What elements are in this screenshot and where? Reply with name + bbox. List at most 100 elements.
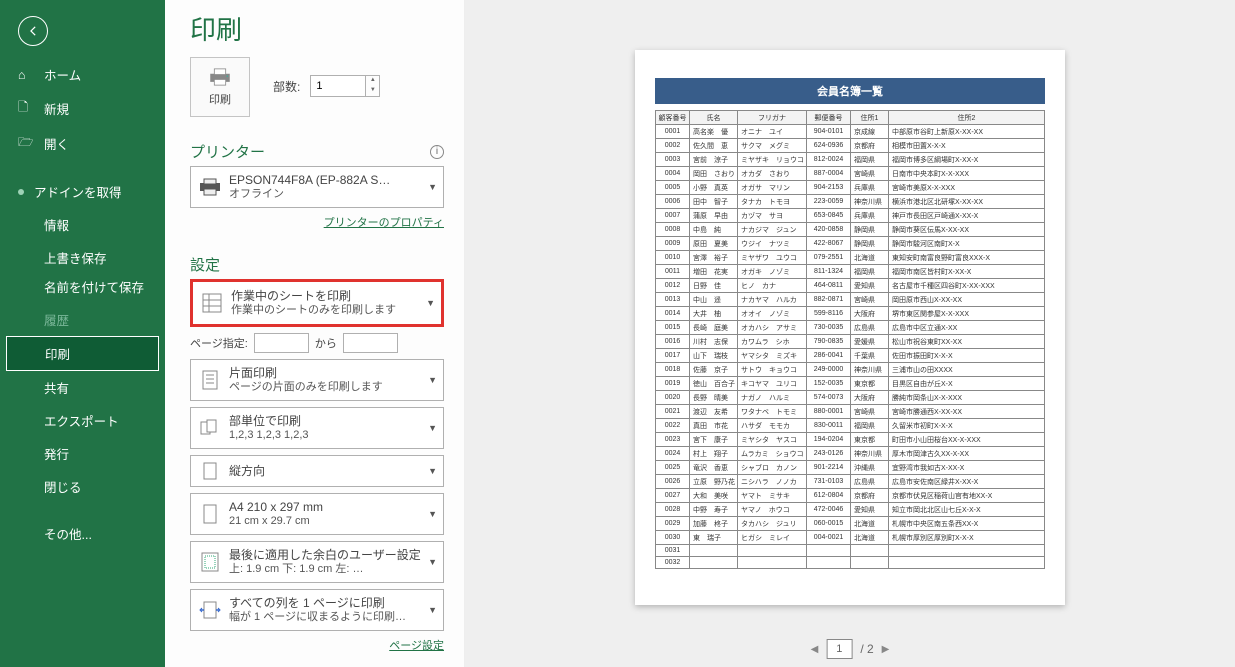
table-row: 0025竜沢 香恵シャブロ カノン901-2214沖縄県宜野湾市我如古X-XX-… [656,461,1045,475]
printer-properties-link[interactable]: プリンターのプロパティ [190,214,444,230]
nav-share[interactable]: 共有 [0,371,165,404]
page-navigator: ◀ 1 / 2 ▶ [811,639,890,659]
table-row: 0027大和 美咲ヤマト ミサキ612-0804京都府京都市伏見区稲荷山官有地X… [656,489,1045,503]
prev-page-button[interactable]: ◀ [811,644,819,655]
document-table: 顧客番号氏名フリガナ郵便番号住所1住所2 0001高名楽 優オニナ ユイ904-… [655,110,1045,569]
table-header: 住所1 [851,111,889,125]
chevron-down-icon: ▼ [428,466,437,476]
chevron-down-icon: ▼ [428,375,437,385]
nav-addin[interactable]: アドインを取得 [0,175,165,208]
table-header: フリガナ [738,111,807,125]
table-row: 0032 [656,557,1045,569]
nav-home[interactable]: ⌂ホーム [0,58,165,91]
table-row: 0003宮前 涼子ミヤザキ リョウコ812-0024福岡県福岡市博多区綱場町X-… [656,153,1045,167]
orientation-select[interactable]: 縦方向 ▼ [190,455,444,487]
printer-icon [207,67,233,87]
table-row: 0026立原 野乃花ニシハラ ノノカ731-0103広島県広島市安佐南区緑井X-… [656,475,1045,489]
table-row: 0029加藤 柊子タカハシ ジュリ060-0015北海道札幌市中央区南五条西XX… [656,517,1045,531]
document-title: 会員名簿一覧 [655,78,1045,104]
table-row: 0022真田 市花ハサダ モモカ830-0011福岡県久留米市初町X-X-X [656,419,1045,433]
print-what-select[interactable]: 作業中のシートを印刷作業中のシートのみを印刷します ▼ [190,279,444,327]
fit-width-icon [197,597,223,623]
dot-indicator-icon [18,189,24,195]
table-row: 0001高名楽 優オニナ ユイ904-0101京成線中部原市谷町上新原X-XX-… [656,125,1045,139]
page-setup-link[interactable]: ページ設定 [190,637,444,653]
copies-label: 部数: [273,78,300,95]
table-row: 0021渡辺 友希ワタナベ トモミ880-0001宮崎県宮崎市勝通西X-XX-X… [656,405,1045,419]
table-row: 0010宮澤 裕子ミヤザワ ユウコ079-2551北海道東知安町南富良野町富良X… [656,251,1045,265]
duplex-select[interactable]: 片面印刷ページの片面のみを印刷します ▼ [190,359,444,401]
table-row: 0002佐久間 恵サクマ メグミ624-0936京都府相模市田置X-X-X [656,139,1045,153]
collate-select[interactable]: 部単位で印刷1,2,3 1,2,3 1,2,3 ▼ [190,407,444,449]
settings-section-title: 設定 [190,254,444,275]
table-row: 0009原田 夏美ウジイ ナツミ422-8067静岡県静岡市駿河区南町X-X [656,237,1045,251]
preview-sheet: 会員名簿一覧 顧客番号氏名フリガナ郵便番号住所1住所2 0001高名楽 優オニナ… [635,50,1065,605]
table-row: 0004岡田 さおりオカダ さおり887-0004宮崎県日南市中央本町X-X-X… [656,167,1045,181]
chevron-down-icon: ▼ [428,605,437,615]
print-preview-area: 会員名簿一覧 顧客番号氏名フリガナ郵便番号住所1住所2 0001高名楽 優オニナ… [465,0,1235,667]
stepper-down-icon[interactable]: ▼ [366,86,379,96]
current-page-input[interactable]: 1 [826,639,852,659]
nav-open[interactable]: 🗁開く [0,126,165,161]
pages-label: ページ指定: [190,335,248,351]
nav-new[interactable]: 🗋新規 [0,91,165,126]
copies-stepper[interactable]: ▲▼ [310,75,380,97]
chevron-down-icon: ▼ [428,509,437,519]
chevron-down-icon: ▼ [428,557,437,567]
table-row: 0030東 瑞子ヒガシ ミレイ004-0021北海道札幌市厚別区厚別町X-X-X [656,531,1045,545]
table-row: 0020長野 晴美ナガノ ハルミ574-0073大阪府勝純市岡条山X-X-XXX [656,391,1045,405]
nav-close[interactable]: 閉じる [0,470,165,503]
page-from-input[interactable] [254,333,309,353]
printer-device-icon [197,174,223,200]
nav-export[interactable]: エクスポート [0,404,165,437]
paper-size-select[interactable]: A4 210 x 297 mm21 cm x 29.7 cm ▼ [190,493,444,535]
chevron-down-icon: ▼ [428,423,437,433]
copies-input[interactable] [311,76,365,96]
page-title: 印刷 [190,10,444,47]
table-header: 住所2 [889,111,1045,125]
table-row: 0007蒲原 早由カヅマ サヨ653-0845兵庫県神戸市長田区戸崎通X-XX-… [656,209,1045,223]
margins-select[interactable]: 最後に適用した余白のユーザー設定上: 1.9 cm 下: 1.9 cm 左: …… [190,541,444,583]
table-row: 0013中山 遥ナカヤマ ハルカ882-0871宮崎県岡田原市西山X-XX-XX [656,293,1045,307]
table-header: 顧客番号 [656,111,690,125]
table-row: 0019徳山 百合子キコヤマ ユリコ152-0035東京都目黒区自由が丘X-X [656,377,1045,391]
table-header: 氏名 [690,111,738,125]
table-row: 0024村上 翔子ムラカミ ショウコ243-0126神奈川県厚木市岡津古久XX-… [656,447,1045,461]
table-row: 0012日野 佳ヒノ カナ464-0811愛知県名古屋市千種区四谷町X-XX-X… [656,279,1045,293]
print-settings-panel: 印刷 印刷 部数: ▲▼ プリンター i EPSON744F8A (EP-882… [165,0,465,667]
chevron-down-icon: ▼ [428,182,437,192]
scaling-select[interactable]: すべての列を 1 ページに印刷幅が 1 ページに収まるように印刷… ▼ [190,589,444,631]
nav-other[interactable]: その他... [0,517,165,550]
table-row: 0016川村 志保カワムラ シホ790-0835愛媛県松山市祝谷東町XX-XX [656,335,1045,349]
page-size-icon [197,501,223,527]
table-row: 0008中島 純ナカジマ ジュン420-0858静岡県静岡市葵区伝馬X-XX-X… [656,223,1045,237]
folder-open-icon: 🗁 [18,133,34,154]
single-side-icon [197,367,223,393]
print-button[interactable]: 印刷 [190,57,250,117]
nav-save[interactable]: 上書き保存 [0,241,165,274]
table-row: 0018佐藤 京子サトウ キョウコ249-0000神奈川県三浦市山の田XXXX [656,363,1045,377]
nav-saveas[interactable]: 名前を付けて保存 [0,274,165,303]
collate-icon [197,415,223,441]
table-row: 0015長崎 庭美オカハシ アサミ730-0035広島県広島市中区立通X-XX [656,321,1045,335]
stepper-up-icon[interactable]: ▲ [366,76,379,86]
chevron-down-icon: ▼ [426,298,435,308]
sheet-icon [199,290,225,316]
info-icon[interactable]: i [430,145,444,159]
nav-history: 履歴 [0,303,165,336]
nav-publish[interactable]: 発行 [0,437,165,470]
table-row: 0017山下 瑞枝ヤマシタ ミズキ286-0041千葉県佐田市振田町X-X-X [656,349,1045,363]
printer-select[interactable]: EPSON744F8A (EP-882A S…オフライン ▼ [190,166,444,208]
table-row: 0005小野 真英オガサ マリン904-2153兵庫県宮崎市美原X-X-XXX [656,181,1045,195]
page-to-input[interactable] [343,333,398,353]
printer-section-title: プリンター i [190,141,444,162]
back-button[interactable] [18,16,48,46]
nav-print[interactable]: 印刷 [6,336,159,371]
home-icon: ⌂ [18,68,34,82]
next-page-button[interactable]: ▶ [882,644,890,655]
backstage-sidebar: ⌂ホーム 🗋新規 🗁開く アドインを取得 情報 上書き保存 名前を付けて保存 履… [0,0,165,667]
table-header: 郵便番号 [807,111,851,125]
table-row: 0023宮下 康子ミヤシタ ヤスコ194-0204東京都町田市小山田桜台XX-X… [656,433,1045,447]
nav-info[interactable]: 情報 [0,208,165,241]
portrait-icon [197,458,223,484]
